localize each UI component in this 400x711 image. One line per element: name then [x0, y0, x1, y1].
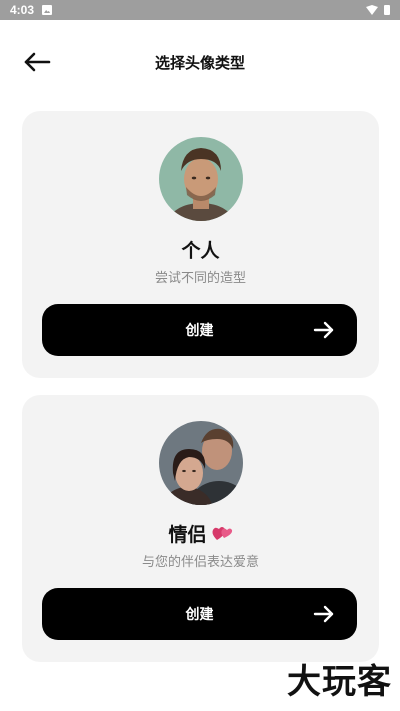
- page-title: 选择头像类型: [154, 54, 245, 72]
- status-bar: 4:03: [0, 0, 400, 20]
- heart-icon: [212, 527, 232, 540]
- individual-subtitle: 尝试不同的造型: [154, 271, 246, 286]
- couple-card[interactable]: 情侣 与您的伴侣表达爱意 创建: [22, 395, 379, 662]
- individual-avatar: [158, 137, 243, 221]
- create-individual-button[interactable]: 创建: [42, 304, 357, 356]
- couple-avatar: [158, 421, 243, 505]
- individual-card[interactable]: 个人 尝试不同的造型 创建: [22, 111, 379, 378]
- arrow-right-icon: [313, 605, 334, 623]
- create-button-label: 创建: [185, 323, 214, 339]
- status-icons: [366, 5, 390, 15]
- wifi-icon: [366, 5, 378, 15]
- create-couple-button[interactable]: 创建: [42, 588, 357, 640]
- photo-icon: [42, 5, 53, 15]
- watermark: 大玩客: [287, 662, 392, 702]
- status-time: 4:03: [10, 3, 35, 17]
- battery-icon: [384, 5, 390, 15]
- arrow-right-icon: [313, 321, 334, 339]
- header: 选择头像类型: [0, 40, 400, 84]
- create-button-label: 创建: [185, 607, 214, 623]
- individual-title: 个人: [181, 240, 220, 262]
- couple-title: 情侣: [22, 520, 379, 547]
- couple-subtitle: 与您的伴侣表达爱意: [141, 555, 259, 570]
